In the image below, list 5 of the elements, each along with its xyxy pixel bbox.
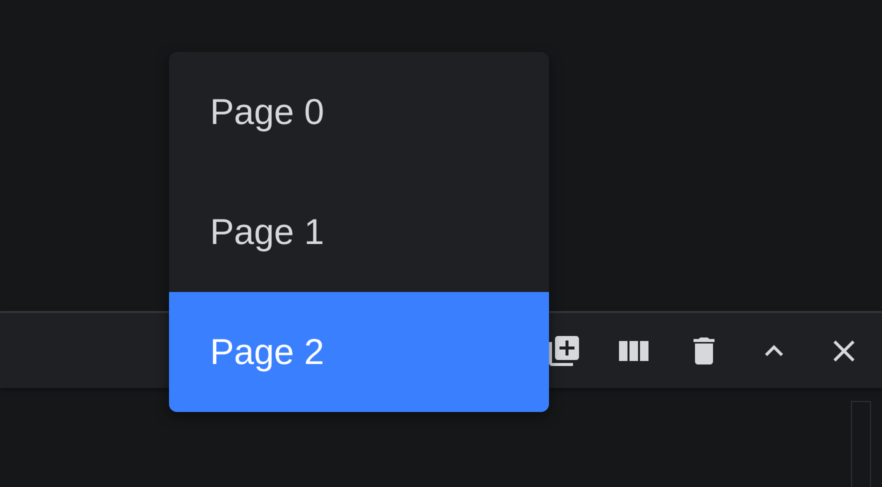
menu-item[interactable]: Page 2 — [169, 292, 549, 412]
scrollbar[interactable] — [851, 401, 871, 487]
columns-icon — [618, 338, 650, 362]
menu-item[interactable]: Page 1 — [169, 172, 549, 292]
menu-item[interactable]: Page 0 — [169, 52, 549, 172]
